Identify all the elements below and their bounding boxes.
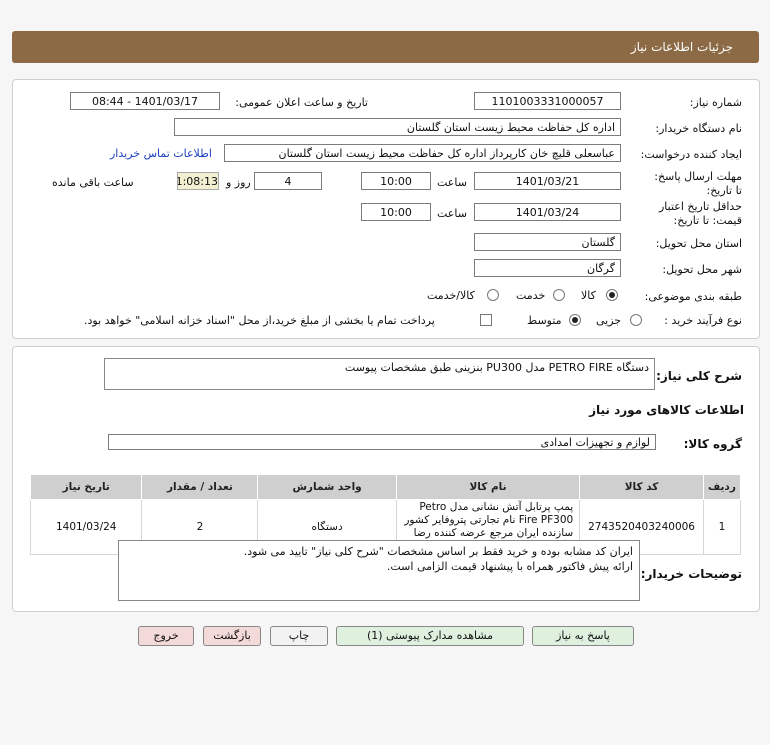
remaining-time-field: 01:08:13 (177, 172, 219, 190)
goods-info-title: اطلاعات کالاهای مورد نیاز (589, 403, 744, 417)
validity-time-field: 10:00 (361, 203, 431, 221)
validity-time-label: ساعت (437, 207, 467, 220)
page-title: جزئیات اطلاعات نیاز (630, 40, 733, 54)
process-option-medium: متوسط (527, 314, 562, 327)
col-name: نام کالا (395, 474, 581, 500)
cell-row: 1 (702, 499, 742, 555)
need-number-label: شماره نیاز: (689, 96, 742, 109)
send-time-label: ساعت (437, 176, 467, 189)
buyer-org-field: اداره کل حفاظت محیط زیست استان گلستان (174, 118, 621, 136)
print-button[interactable]: چاپ (270, 626, 328, 646)
category-radio-goods-service[interactable] (487, 289, 499, 301)
col-unit: واحد شمارش (257, 474, 397, 500)
page-header: جزئیات اطلاعات نیاز (12, 31, 759, 63)
days-field: 4 (254, 172, 322, 190)
col-row: ردیف (702, 474, 742, 500)
days-label: روز و (226, 176, 251, 189)
group-label: گروه کالا: (683, 437, 742, 451)
summary-field: دستگاه PETRO FIRE مدل PU300 بنزینی طبق م… (104, 358, 655, 390)
buyer-org-label: نام دستگاه خریدار: (655, 122, 742, 135)
province-field: گلستان (474, 233, 621, 251)
treasury-payment-checkbox[interactable] (480, 314, 492, 326)
reply-button[interactable]: پاسخ به نیاز (532, 626, 634, 646)
process-option-minor: جزیی (596, 314, 622, 327)
buyer-notes-line-2: ارائه پیش فاکتور همراه با پیشنهاد قیمت ا… (386, 560, 633, 573)
requester-field: عباسعلی قلیچ خان کارپرداز اداره کل حفاظت… (224, 144, 621, 162)
send-time-field: 10:00 (361, 172, 431, 190)
city-field: گرگان (474, 259, 621, 277)
send-deadline-label: مهلت ارسال پاسخ: تا تاریخ: (654, 170, 742, 197)
category-option-goods: کالا (581, 289, 596, 302)
exit-button[interactable]: خروج (138, 626, 194, 646)
category-radio-goods[interactable] (606, 289, 618, 301)
buyer-notes-label: توضیحات خریدار: (640, 567, 742, 581)
remaining-label: ساعت باقی مانده (52, 176, 134, 189)
buyer-notes-box: ایران کد مشابه بوده و خرید فقط بر اساس م… (118, 540, 640, 601)
announce-date-label: تاریخ و ساعت اعلان عمومی: (235, 96, 368, 109)
price-validity-label: حداقل تاریخ اعتبار قیمت: تا تاریخ: (658, 200, 742, 227)
send-date-field: 1401/03/21 (474, 172, 621, 190)
process-radio-minor[interactable] (630, 314, 642, 326)
validity-date-field: 1401/03/24 (474, 203, 621, 221)
col-code: کد کالا (579, 474, 704, 500)
col-qty: تعداد / مقدار (141, 474, 259, 500)
summary-label: شرح کلی نیاز: (656, 369, 742, 383)
province-label: استان محل تحویل: (655, 237, 742, 250)
city-label: شهر محل تحویل: (662, 263, 742, 276)
attachments-button[interactable]: مشاهده مدارک پیوستی (1) (336, 626, 524, 646)
table-header-row: ردیف کد کالا نام کالا واحد شمارش تعداد /… (29, 474, 742, 500)
category-radio-service[interactable] (553, 289, 565, 301)
category-label: طبقه بندی موضوعی: (644, 290, 742, 303)
treasury-payment-note: پرداخت تمام یا بخشی از مبلغ خرید،از محل … (84, 314, 435, 327)
buyer-contact-link[interactable]: اطلاعات تماس خریدار (110, 147, 212, 160)
category-option-goods-service: کالا/خدمت (427, 289, 475, 302)
process-label: نوع فرآیند خرید : (664, 314, 742, 327)
process-radio-medium[interactable] (569, 314, 581, 326)
requester-label: ایجاد کننده درخواست: (640, 148, 742, 161)
back-button[interactable]: بازگشت (203, 626, 261, 646)
need-number-field: 1101003331000057 (474, 92, 621, 110)
category-option-service: خدمت (516, 289, 546, 302)
col-date: تاریخ نیاز (29, 474, 143, 500)
buyer-notes-line: ایران کد مشابه بوده و خرید فقط بر اساس م… (243, 545, 633, 558)
group-field: لوازم و تجهیزات امدادی (108, 434, 656, 450)
announce-date-field: 1401/03/17 - 08:44 (70, 92, 220, 110)
